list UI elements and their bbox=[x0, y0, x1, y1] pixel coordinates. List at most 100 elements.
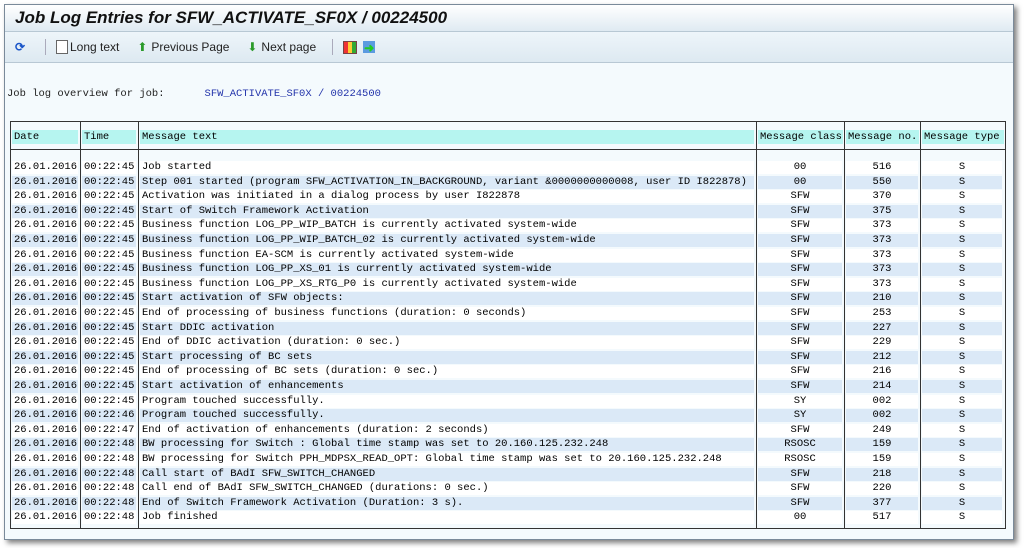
table-row[interactable]: 26.01.2016 00:22:45 Start DDIC activation S… bbox=[11, 321, 1005, 336]
previous-page-label: Previous Page bbox=[151, 40, 230, 54]
table-row[interactable]: 26.01.2016 00:22:48 End of Switch Framewor… bbox=[11, 496, 1005, 511]
cell-message-no: 002 bbox=[846, 409, 918, 423]
cell-date: 26.01.2016 bbox=[12, 482, 78, 496]
table-row[interactable]: 26.01.2016 00:22:48 Call end of BAdI SFW_S… bbox=[11, 481, 1005, 496]
job-log-window: Job Log Entries for SFW_ACTIVATE_SF0X / … bbox=[4, 4, 1014, 540]
cell-message-no: 373 bbox=[846, 263, 918, 277]
table-row[interactable]: 26.01.2016 00:22:45 Business function EA-S… bbox=[11, 248, 1005, 263]
long-text-button[interactable]: Long text bbox=[56, 40, 119, 54]
header-message-class[interactable]: Message class bbox=[758, 130, 843, 144]
cell-date: 26.01.2016 bbox=[12, 394, 78, 408]
table-row[interactable]: 26.01.2016 00:22:45 Start activation of SF… bbox=[11, 291, 1005, 306]
cell-date: 26.01.2016 bbox=[12, 380, 78, 393]
cell-message-class: SFW bbox=[758, 467, 842, 481]
cell-date: 26.01.2016 bbox=[12, 190, 78, 204]
cell-message-class: RSOSC bbox=[758, 438, 842, 452]
next-page-label: Next page bbox=[261, 40, 317, 54]
cell-message-type: S bbox=[922, 175, 1002, 189]
table-row[interactable]: 26.01.2016 00:22:45 Start activation of en… bbox=[11, 379, 1005, 394]
cell-time: 00:22:45 bbox=[82, 234, 136, 247]
cell-message-text: Business function EA-SCM is currently ac… bbox=[140, 248, 754, 262]
cell-message-no: 373 bbox=[846, 277, 918, 291]
table-row[interactable]: 26.01.2016 00:22:45 End of processing of B… bbox=[11, 364, 1005, 379]
header-date[interactable]: Date bbox=[12, 130, 78, 144]
table-row[interactable]: 26.01.2016 00:22:45 End of processing of b… bbox=[11, 306, 1005, 321]
cell-time: 00:22:45 bbox=[82, 292, 136, 306]
cell-message-class: SFW bbox=[758, 496, 842, 510]
table-row[interactable]: 26.01.2016 00:22:46 Program touched succes… bbox=[11, 408, 1005, 423]
cell-message-text: Start processing of BC sets bbox=[140, 350, 754, 364]
cell-message-type: S bbox=[922, 277, 1002, 291]
cell-time: 00:22:45 bbox=[82, 190, 136, 204]
table-row[interactable]: 26.01.2016 00:22:45 Step 001 started (prog… bbox=[11, 175, 1005, 190]
cell-date: 26.01.2016 bbox=[12, 263, 78, 277]
cell-message-class: SY bbox=[758, 409, 842, 423]
cell-message-text: Step 001 started (program SFW_ACTIVATION… bbox=[140, 175, 754, 189]
cell-message-type: S bbox=[922, 219, 1002, 233]
cell-date: 26.01.2016 bbox=[12, 350, 78, 364]
cell-time: 00:22:45 bbox=[82, 277, 136, 291]
table-row[interactable]: 26.01.2016 00:22:45 End of DDIC activation… bbox=[11, 335, 1005, 350]
cell-message-text: Business function LOG_PP_XS_RTG_P0 is cu… bbox=[140, 277, 754, 291]
table-row[interactable]: 26.01.2016 00:22:45 Business function LOG_… bbox=[11, 262, 1005, 277]
header-divider bbox=[11, 149, 1005, 150]
cell-message-class: SFW bbox=[758, 277, 842, 291]
cell-message-type: S bbox=[922, 394, 1002, 408]
cell-message-no: 210 bbox=[846, 292, 918, 306]
cell-message-type: S bbox=[922, 409, 1002, 423]
cell-time: 00:22:45 bbox=[82, 219, 136, 233]
cell-message-type: S bbox=[922, 161, 1002, 174]
cell-message-type: S bbox=[922, 350, 1002, 364]
next-page-button[interactable]: ⬇ Next page bbox=[245, 40, 316, 54]
cell-date: 26.01.2016 bbox=[12, 307, 78, 320]
cell-message-class: SFW bbox=[758, 307, 842, 320]
export-button[interactable]: ➜ bbox=[363, 41, 377, 55]
cell-message-class: SY bbox=[758, 394, 842, 408]
cell-date: 26.01.2016 bbox=[12, 321, 78, 335]
cell-time: 00:22:45 bbox=[82, 307, 136, 320]
cell-message-type: S bbox=[922, 496, 1002, 510]
cell-time: 00:22:45 bbox=[82, 204, 136, 218]
table-row[interactable]: 26.01.2016 00:22:48 Job finished 00 517 S bbox=[11, 510, 1005, 525]
header-message-type[interactable]: Message type bbox=[922, 130, 1004, 144]
table-row[interactable]: 26.01.2016 00:22:48 Call start of BAdI SFW… bbox=[11, 467, 1005, 482]
table-row[interactable]: 26.01.2016 00:22:48 BW processing for Swit… bbox=[11, 452, 1005, 467]
cell-message-no: 377 bbox=[846, 496, 918, 510]
cell-time: 00:22:45 bbox=[82, 263, 136, 277]
cell-date: 26.01.2016 bbox=[12, 219, 78, 233]
overview-job: SFW_ACTIVATE_SF0X / 00224500 bbox=[204, 88, 381, 100]
table-row[interactable]: 26.01.2016 00:22:48 BW processing for Swit… bbox=[11, 437, 1005, 452]
cell-message-class: SFW bbox=[758, 336, 842, 350]
refresh-button[interactable]: ⟳ bbox=[13, 40, 29, 54]
header-message-no[interactable]: Message no. bbox=[846, 130, 919, 144]
cell-message-class: SFW bbox=[758, 219, 842, 233]
cell-message-class: SFW bbox=[758, 380, 842, 393]
cell-message-no: 253 bbox=[846, 307, 918, 320]
cell-message-text: End of Switch Framework Activation (Dura… bbox=[140, 496, 754, 510]
cell-message-no: 517 bbox=[846, 511, 918, 525]
cell-message-no: 373 bbox=[846, 234, 918, 247]
toolbar-separator bbox=[332, 39, 334, 55]
header-message-text[interactable]: Message text bbox=[140, 130, 754, 144]
cell-date: 26.01.2016 bbox=[12, 365, 78, 379]
table-row[interactable]: 26.01.2016 00:22:45 Start processing of BC… bbox=[11, 350, 1005, 365]
cell-message-text: Program touched successfully. bbox=[140, 409, 754, 423]
layout-button[interactable] bbox=[343, 40, 359, 54]
table-row[interactable]: 26.01.2016 00:22:47 End of activation of e… bbox=[11, 423, 1005, 438]
previous-page-button[interactable]: ⬆ Previous Page bbox=[135, 40, 229, 54]
table-row[interactable]: 26.01.2016 00:22:45 Activation was initiat… bbox=[11, 189, 1005, 204]
cell-message-class: SFW bbox=[758, 204, 842, 218]
header-time[interactable]: Time bbox=[82, 130, 136, 144]
table-row[interactable]: 26.01.2016 00:22:45 Business function LOG_… bbox=[11, 277, 1005, 292]
cell-message-text: Business function LOG_PP_WIP_BATCH is cu… bbox=[140, 219, 754, 233]
next-page-icon: ⬇ bbox=[247, 40, 258, 54]
cell-message-type: S bbox=[922, 248, 1002, 262]
table-row[interactable]: 26.01.2016 00:22:45 Business function LOG_… bbox=[11, 218, 1005, 233]
table-row[interactable]: 26.01.2016 00:22:45 Program touched succes… bbox=[11, 394, 1005, 409]
cell-date: 26.01.2016 bbox=[12, 292, 78, 306]
table-row[interactable]: 26.01.2016 00:22:45 Job started 00 516 S bbox=[11, 160, 1005, 175]
job-log-table: Date Time Message text Message class Mes… bbox=[10, 121, 1006, 529]
table-row[interactable]: 26.01.2016 00:22:45 Start of Switch Framew… bbox=[11, 204, 1005, 219]
cell-message-class: SFW bbox=[758, 321, 842, 335]
table-row[interactable]: 26.01.2016 00:22:45 Business function LOG_… bbox=[11, 233, 1005, 248]
